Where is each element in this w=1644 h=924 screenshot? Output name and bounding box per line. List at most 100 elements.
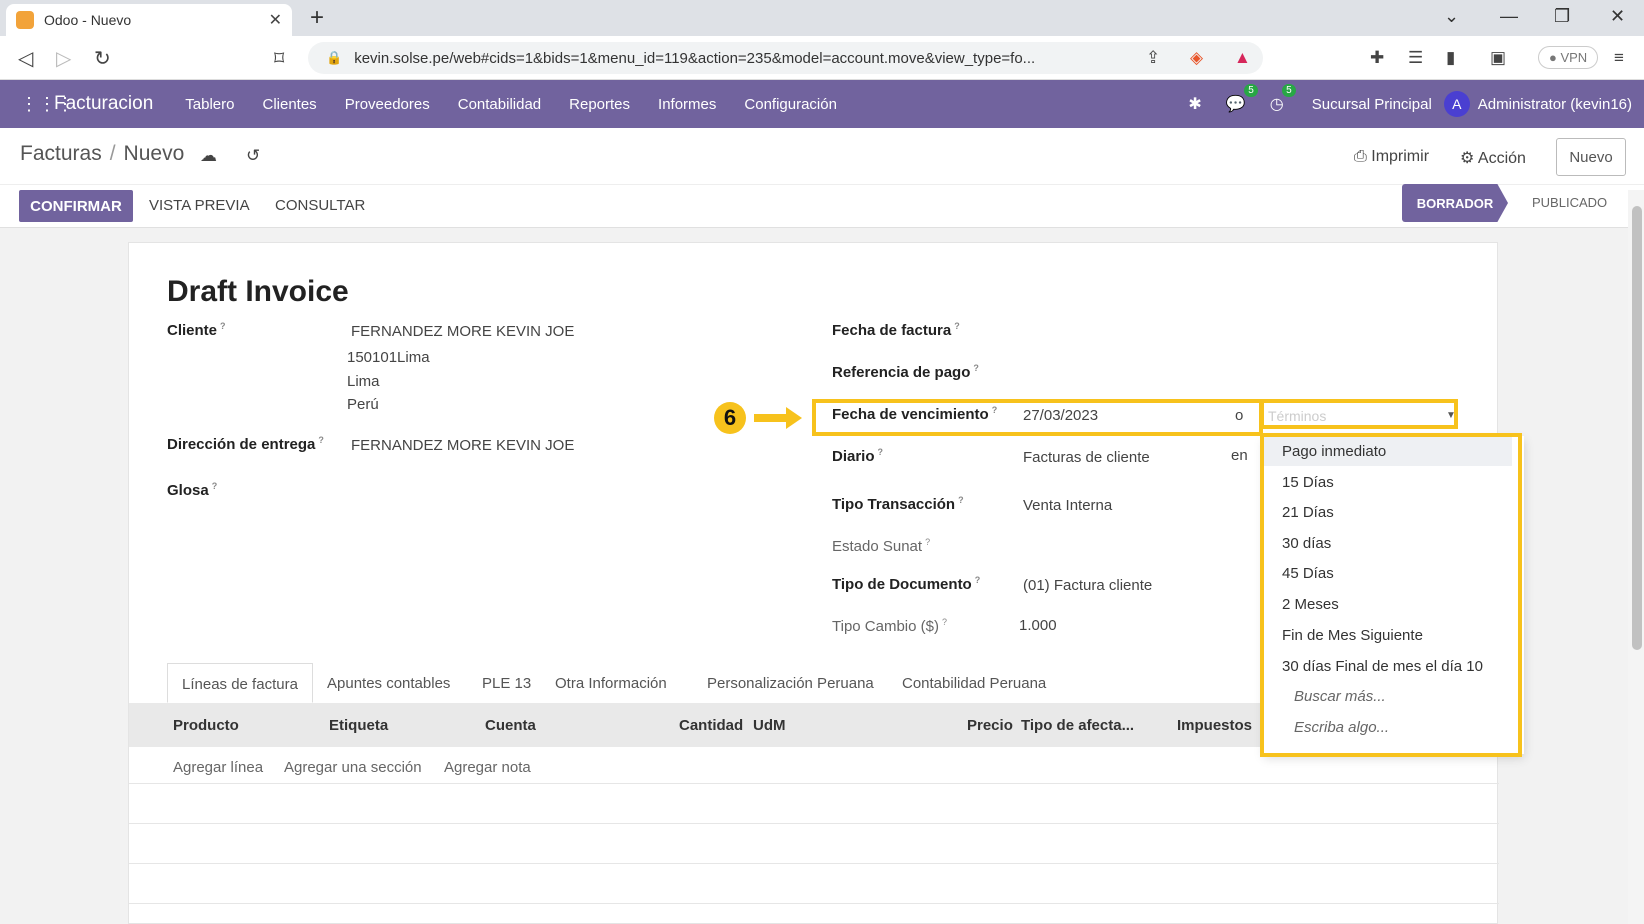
estado-sunat-label: Estado Sunat? xyxy=(832,537,931,555)
window-close-icon[interactable]: ✕ xyxy=(1610,6,1625,27)
status-draft[interactable]: BORRADOR xyxy=(1402,184,1508,222)
address-bar[interactable]: 🔒 kevin.solse.pe/web#cids=1&bids=1&menu_… xyxy=(308,42,1263,74)
tipo-transaccion-label: Tipo Transacción? xyxy=(832,495,964,513)
wallet-icon[interactable]: ▣ xyxy=(1490,48,1506,68)
debug-bug-icon[interactable]: ✱ xyxy=(1188,94,1201,114)
action-button[interactable]: ⚙ Acción xyxy=(1460,148,1526,168)
tipo-cambio-label: Tipo Cambio ($)? xyxy=(832,617,947,635)
scrollbar-thumb[interactable] xyxy=(1632,206,1642,650)
brave-rewards-icon[interactable]: ▲ xyxy=(1234,48,1251,68)
highlight-vencimiento xyxy=(812,399,1263,436)
consult-button[interactable]: CONSULTAR xyxy=(275,197,365,214)
control-panel: Facturas / Nuevo ☁ ↺ ⎙ Imprimir ⚙ Acción N… xyxy=(0,128,1644,228)
tipo-documento-field[interactable]: (01) Factura cliente xyxy=(1023,577,1152,594)
breadcrumb-current: Nuevo xyxy=(123,142,185,165)
col-etiqueta[interactable]: Etiqueta xyxy=(329,717,388,734)
status-published[interactable]: PUBLICADO xyxy=(1532,195,1607,210)
browser-tab[interactable]: Odoo - Nuevo ✕ xyxy=(6,4,292,36)
browser-tabbar: Odoo - Nuevo ✕ + ⌄ — ❐ ✕ xyxy=(0,0,1644,36)
menu-reportes[interactable]: Reportes xyxy=(569,96,630,113)
avatar[interactable]: A xyxy=(1443,91,1470,117)
diario-label: Diario? xyxy=(832,447,884,465)
tab-otra-informacion[interactable]: Otra Información xyxy=(555,663,667,703)
vpn-label: VPN xyxy=(1560,50,1588,65)
new-tab-icon[interactable]: + xyxy=(310,4,324,32)
add-line-link[interactable]: Agregar línea xyxy=(173,759,263,776)
minimize-icon[interactable]: — xyxy=(1500,6,1518,27)
reload-icon[interactable]: ↻ xyxy=(94,46,111,71)
ref-pago-label: Referencia de pago? xyxy=(832,363,979,381)
entrega-field[interactable]: FERNANDEZ MORE KEVIN JOE xyxy=(351,437,574,454)
browser-tab-title: Odoo - Nuevo xyxy=(44,12,132,28)
tipo-documento-label: Tipo de Documento? xyxy=(832,575,981,593)
page-title: Draft Invoice xyxy=(167,275,349,308)
menu-proveedores[interactable]: Proveedores xyxy=(345,96,430,113)
menu-clientes[interactable]: Clientes xyxy=(262,96,316,113)
print-button[interactable]: ⎙ Imprimir xyxy=(1354,148,1429,166)
tab-apuntes-contables[interactable]: Apuntes contables xyxy=(327,663,450,703)
sidebar-icon[interactable]: ▮ xyxy=(1446,48,1455,68)
tipo-transaccion-field[interactable]: Venta Interna xyxy=(1023,497,1112,514)
share-icon[interactable]: ⇪ xyxy=(1146,48,1160,68)
menu-tablero[interactable]: Tablero xyxy=(185,96,234,113)
menu-configuracion[interactable]: Configuración xyxy=(744,96,837,113)
app-brand[interactable]: Facturacion xyxy=(54,93,153,115)
back-icon[interactable]: ◁ xyxy=(18,46,33,71)
forward-icon[interactable]: ▷ xyxy=(56,46,71,71)
arrow-right-icon xyxy=(754,414,788,422)
tab-search-icon[interactable]: ⌄ xyxy=(1444,6,1459,27)
add-note-link[interactable]: Agregar nota xyxy=(444,759,531,776)
preview-button[interactable]: VISTA PREVIA xyxy=(149,197,250,214)
browser-menu-icon[interactable]: ≡ xyxy=(1614,48,1624,68)
bookmark-icon[interactable]: ⌑ xyxy=(274,46,284,71)
tipo-cambio-field[interactable]: 1.000 xyxy=(1019,617,1057,634)
diario-field[interactable]: Facturas de cliente xyxy=(1023,449,1150,466)
breadcrumb-facturas[interactable]: Facturas xyxy=(20,142,102,165)
odoo-favicon-icon xyxy=(16,11,34,29)
col-cantidad[interactable]: Cantidad xyxy=(679,717,743,734)
col-tipo-afectacion[interactable]: Tipo de afecta... xyxy=(1021,717,1134,734)
activities-clock-icon[interactable]: ◷ 5 xyxy=(1270,84,1296,114)
menu-informes[interactable]: Informes xyxy=(658,96,716,113)
tab-lineas-factura[interactable]: Líneas de factura xyxy=(167,663,313,703)
col-precio[interactable]: Precio xyxy=(967,717,1013,734)
cliente-address-line2: Lima xyxy=(347,373,380,390)
confirm-button[interactable]: CONFIRMAR xyxy=(19,190,133,222)
extensions-icon[interactable]: ✚ xyxy=(1370,48,1384,68)
print-label: Imprimir xyxy=(1371,148,1430,165)
glosa-label: Glosa? xyxy=(167,481,218,499)
new-button[interactable]: Nuevo xyxy=(1556,138,1626,176)
lock-icon: 🔒 xyxy=(326,50,343,65)
cliente-address-line1: 150101Lima xyxy=(347,349,430,366)
close-tab-icon[interactable]: ✕ xyxy=(269,10,282,30)
col-udm[interactable]: UdM xyxy=(753,717,786,734)
discard-icon[interactable]: ↺ xyxy=(246,146,260,166)
highlight-terms-select xyxy=(1260,399,1458,429)
cliente-label: Cliente? xyxy=(167,321,226,339)
tab-personalizacion-peruana[interactable]: Personalización Peruana xyxy=(707,663,874,703)
add-section-link[interactable]: Agregar una sección xyxy=(284,759,422,776)
col-impuestos[interactable]: Impuestos xyxy=(1177,717,1252,734)
action-label: Acción xyxy=(1477,150,1526,167)
grid-row-divider xyxy=(129,783,1499,784)
tab-contabilidad-peruana[interactable]: Contabilidad Peruana xyxy=(902,663,1046,703)
vpn-button[interactable]: ● VPN xyxy=(1538,46,1599,69)
tab-ple-13[interactable]: PLE 13 xyxy=(482,663,531,703)
restore-icon[interactable]: ❐ xyxy=(1554,6,1570,27)
cliente-field[interactable]: FERNANDEZ MORE KEVIN JOE xyxy=(351,323,574,340)
user-menu[interactable]: Administrator (kevin16) xyxy=(1478,96,1632,113)
brave-shield-icon[interactable]: ◈ xyxy=(1190,48,1203,68)
breadcrumb: Facturas / Nuevo xyxy=(20,142,185,165)
browser-toolbar: ◁ ▷ ↻ ⌑ 🔒 kevin.solse.pe/web#cids=1&bids… xyxy=(0,36,1644,80)
menu-contabilidad[interactable]: Contabilidad xyxy=(458,96,541,113)
save-cloud-icon[interactable]: ☁ xyxy=(200,146,217,166)
col-cuenta[interactable]: Cuenta xyxy=(485,717,536,734)
col-producto[interactable]: Producto xyxy=(173,717,239,734)
messages-icon[interactable]: 💬 5 xyxy=(1226,84,1258,114)
url-text: kevin.solse.pe/web#cids=1&bids=1&menu_id… xyxy=(354,49,1036,67)
cp-divider xyxy=(0,184,1644,185)
apps-grid-icon[interactable]: ⋮⋮⋮ xyxy=(20,94,74,115)
activities-badge: 5 xyxy=(1282,84,1296,97)
playlist-icon[interactable]: ☰ xyxy=(1408,48,1423,68)
branch-selector[interactable]: Sucursal Principal xyxy=(1312,96,1432,113)
